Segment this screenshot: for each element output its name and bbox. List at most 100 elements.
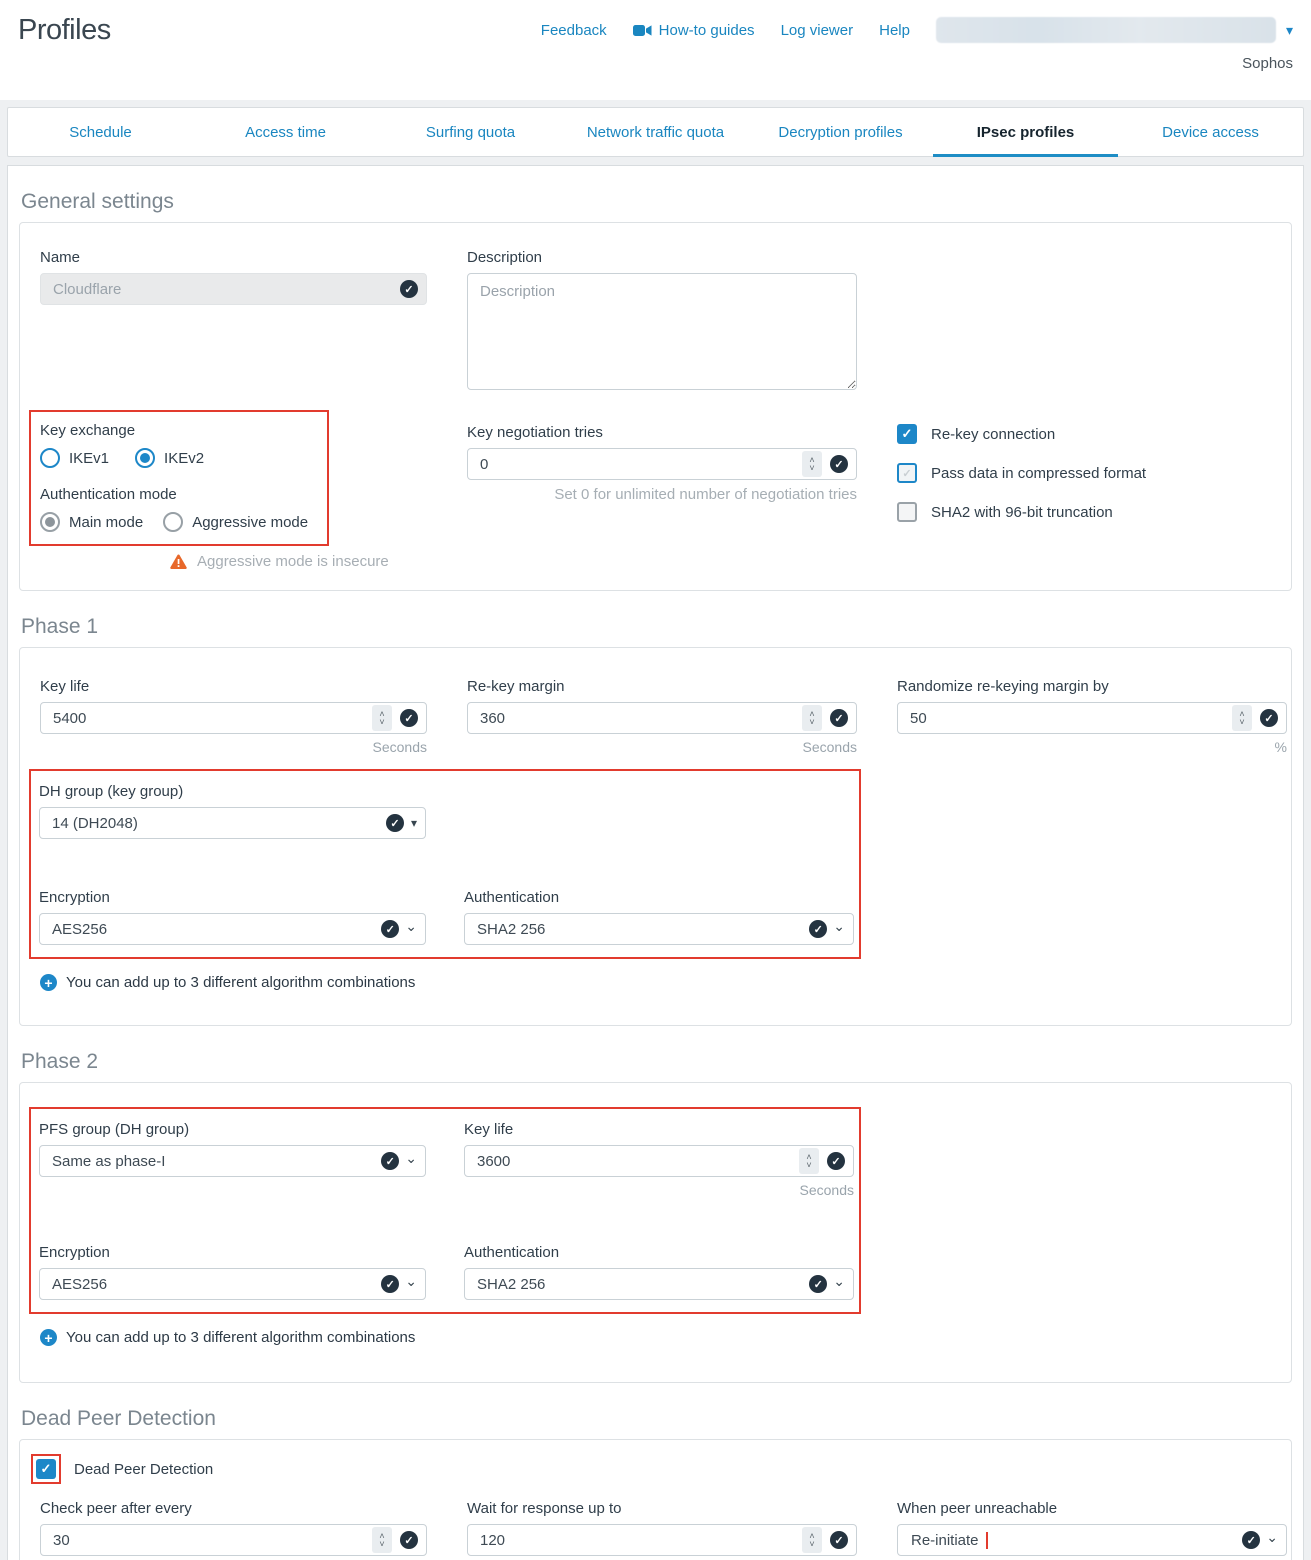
phase2-panel: PFS group (DH group) Same as phase-I ✓ ⌄…	[19, 1082, 1292, 1383]
valid-check-icon: ✓	[809, 920, 827, 938]
phase1-heading: Phase 1	[21, 615, 1292, 639]
valid-check-icon: ✓	[381, 920, 399, 938]
valid-check-icon: ✓	[830, 709, 848, 727]
key-negotiation-input[interactable]: 0 ˄ ˅ ✓	[467, 448, 857, 480]
number-spinner[interactable]: ˄˅	[1232, 705, 1252, 731]
auth-mode-label: Authentication mode	[40, 486, 323, 503]
log-viewer-link[interactable]: Log viewer	[781, 22, 854, 39]
tab-device-access[interactable]: Device access	[1118, 108, 1303, 156]
annotation-box-reinitiate: Re-initiate	[910, 1532, 988, 1549]
description-textarea[interactable]	[467, 273, 857, 390]
number-spinner[interactable]: ˄˅	[802, 1527, 822, 1553]
tab-bar: Schedule Access time Surfing quota Netwo…	[7, 107, 1304, 157]
chevron-down-icon: ⌄	[833, 1273, 845, 1290]
radio-ikev1-label: IKEv1	[69, 450, 109, 467]
key-negotiation-label: Key negotiation tries	[467, 424, 857, 441]
tab-ipsec-profiles[interactable]: IPsec profiles	[933, 108, 1118, 156]
number-spinner[interactable]: ˄˅	[372, 1527, 392, 1553]
sha2-truncation-checkbox[interactable]	[897, 502, 917, 522]
radio-aggressive-mode[interactable]	[163, 512, 183, 532]
p2-encryption-label: Encryption	[39, 1244, 426, 1261]
p1-key-life-input[interactable]: 5400 ˄˅ ✓	[40, 702, 427, 734]
aggressive-mode-warning: Aggressive mode is insecure	[170, 553, 427, 570]
annotation-box-dpd-checkbox: ✓	[31, 1454, 61, 1484]
p1-key-life-label: Key life	[40, 678, 427, 695]
p2-key-life-label: Key life	[464, 1121, 854, 1138]
general-checkbox-group: ✓ Re-key connection ✓ Pass data in compr…	[897, 410, 1287, 541]
p1-authentication-select[interactable]: SHA2 256 ✓ ⌄	[464, 913, 854, 945]
howto-guides-link[interactable]: How-to guides	[633, 22, 755, 39]
p2-key-life-group: Key life 3600 ˄˅ ✓ Seconds	[464, 1121, 854, 1198]
valid-check-icon: ✓	[830, 1531, 848, 1549]
tab-network-traffic-quota[interactable]: Network traffic quota	[563, 108, 748, 156]
compressed-format-row: ✓ Pass data in compressed format	[897, 463, 1287, 483]
dpd-panel: ✓ Dead Peer Detection Check peer after e…	[19, 1439, 1292, 1560]
dpd-check-peer-group: Check peer after every 30 ˄˅ ✓ Seconds	[40, 1500, 427, 1560]
number-spinner[interactable]: ˄˅	[372, 705, 392, 731]
p1-rekey-margin-input[interactable]: 360 ˄˅ ✓	[467, 702, 857, 734]
dpd-unreachable-group: When peer unreachable Re-initiate ✓ ⌄	[897, 1500, 1287, 1556]
p1-dh-group-select[interactable]: 14 (DH2048) ✓ ▾	[39, 807, 426, 839]
valid-check-icon: ✓	[400, 280, 418, 298]
feedback-link[interactable]: Feedback	[541, 22, 607, 39]
tab-access-time[interactable]: Access time	[193, 108, 378, 156]
dpd-wait-label: Wait for response up to	[467, 1500, 857, 1517]
p1-randomize-group: Randomize re-keying margin by 50 ˄˅ ✓ %	[897, 678, 1287, 755]
number-spinner[interactable]: ˄˅	[802, 705, 822, 731]
valid-check-icon: ✓	[400, 709, 418, 727]
key-negotiation-help: Set 0 for unlimited number of negotiatio…	[467, 486, 857, 503]
radio-ikev1[interactable]	[40, 448, 60, 468]
p1-randomize-label: Randomize re-keying margin by	[897, 678, 1287, 695]
p1-randomize-input[interactable]: 50 ˄˅ ✓	[897, 702, 1287, 734]
header-right: Feedback How-to guides Log viewer Help ▾…	[541, 14, 1293, 72]
compressed-format-checkbox[interactable]: ✓	[897, 463, 917, 483]
general-settings-panel: Name Cloudflare ✓ Description Key exchan…	[19, 222, 1292, 591]
number-spinner[interactable]: ˄ ˅	[802, 451, 822, 477]
tab-decryption-profiles[interactable]: Decryption profiles	[748, 108, 933, 156]
radio-main-mode-label: Main mode	[69, 514, 143, 531]
dpd-check-peer-input[interactable]: 30 ˄˅ ✓	[40, 1524, 427, 1556]
dpd-enable-checkbox[interactable]: ✓	[36, 1459, 56, 1479]
valid-check-icon: ✓	[386, 814, 404, 832]
p1-encryption-field: Encryption AES256 ✓ ⌄	[39, 889, 426, 945]
tab-schedule[interactable]: Schedule	[8, 108, 193, 156]
p1-encryption-select[interactable]: AES256 ✓ ⌄	[39, 913, 426, 945]
valid-check-icon: ✓	[809, 1275, 827, 1293]
name-field-group: Name Cloudflare ✓	[40, 249, 427, 305]
p2-pfs-select[interactable]: Same as phase-I ✓ ⌄	[39, 1145, 426, 1177]
p1-authentication-label: Authentication	[464, 889, 854, 906]
chevron-down-icon: ⌄	[833, 918, 845, 935]
number-spinner[interactable]: ˄˅	[799, 1148, 819, 1174]
p2-key-life-input[interactable]: 3600 ˄˅ ✓	[464, 1145, 854, 1177]
p1-dh-group-field: DH group (key group) 14 (DH2048) ✓ ▾	[39, 783, 426, 839]
p2-authentication-select[interactable]: SHA2 256 ✓ ⌄	[464, 1268, 854, 1300]
account-selector[interactable]	[936, 17, 1276, 43]
valid-check-icon: ✓	[381, 1275, 399, 1293]
sha2-truncation-row: SHA2 with 96-bit truncation	[897, 502, 1287, 522]
name-label: Name	[40, 249, 427, 266]
chevron-down-icon: ⌄	[1266, 1529, 1278, 1546]
help-link[interactable]: Help	[879, 22, 910, 39]
p2-encryption-select[interactable]: AES256 ✓ ⌄	[39, 1268, 426, 1300]
add-icon[interactable]: +	[40, 1329, 57, 1346]
rekey-connection-checkbox[interactable]: ✓	[897, 424, 917, 444]
chevron-down-icon: ⌄	[405, 1273, 417, 1290]
radio-main-mode[interactable]	[40, 512, 60, 532]
add-icon[interactable]: +	[40, 974, 57, 991]
video-camera-icon	[633, 24, 652, 37]
dpd-unreachable-select[interactable]: Re-initiate ✓ ⌄	[897, 1524, 1287, 1556]
chevron-down-icon[interactable]: ▾	[1286, 22, 1293, 39]
content-card: General settings Name Cloudflare ✓ Descr…	[7, 165, 1304, 1560]
dpd-unreachable-label: When peer unreachable	[897, 1500, 1287, 1517]
radio-ikev2[interactable]	[135, 448, 155, 468]
phase1-panel: Key life 5400 ˄˅ ✓ Seconds Re-key margin…	[19, 647, 1292, 1026]
dpd-wait-input[interactable]: 120 ˄˅ ✓	[467, 1524, 857, 1556]
general-settings-heading: General settings	[21, 190, 1292, 214]
key-negotiation-field-group: Key negotiation tries 0 ˄ ˅ ✓ Set 0 for …	[467, 410, 857, 503]
valid-check-icon: ✓	[381, 1152, 399, 1170]
tab-surfing-quota[interactable]: Surfing quota	[378, 108, 563, 156]
p1-key-life-group: Key life 5400 ˄˅ ✓ Seconds	[40, 678, 427, 755]
p2-authentication-label: Authentication	[464, 1244, 854, 1261]
dpd-check-peer-label: Check peer after every	[40, 1500, 427, 1517]
chevron-down-icon: ⌄	[405, 1150, 417, 1167]
